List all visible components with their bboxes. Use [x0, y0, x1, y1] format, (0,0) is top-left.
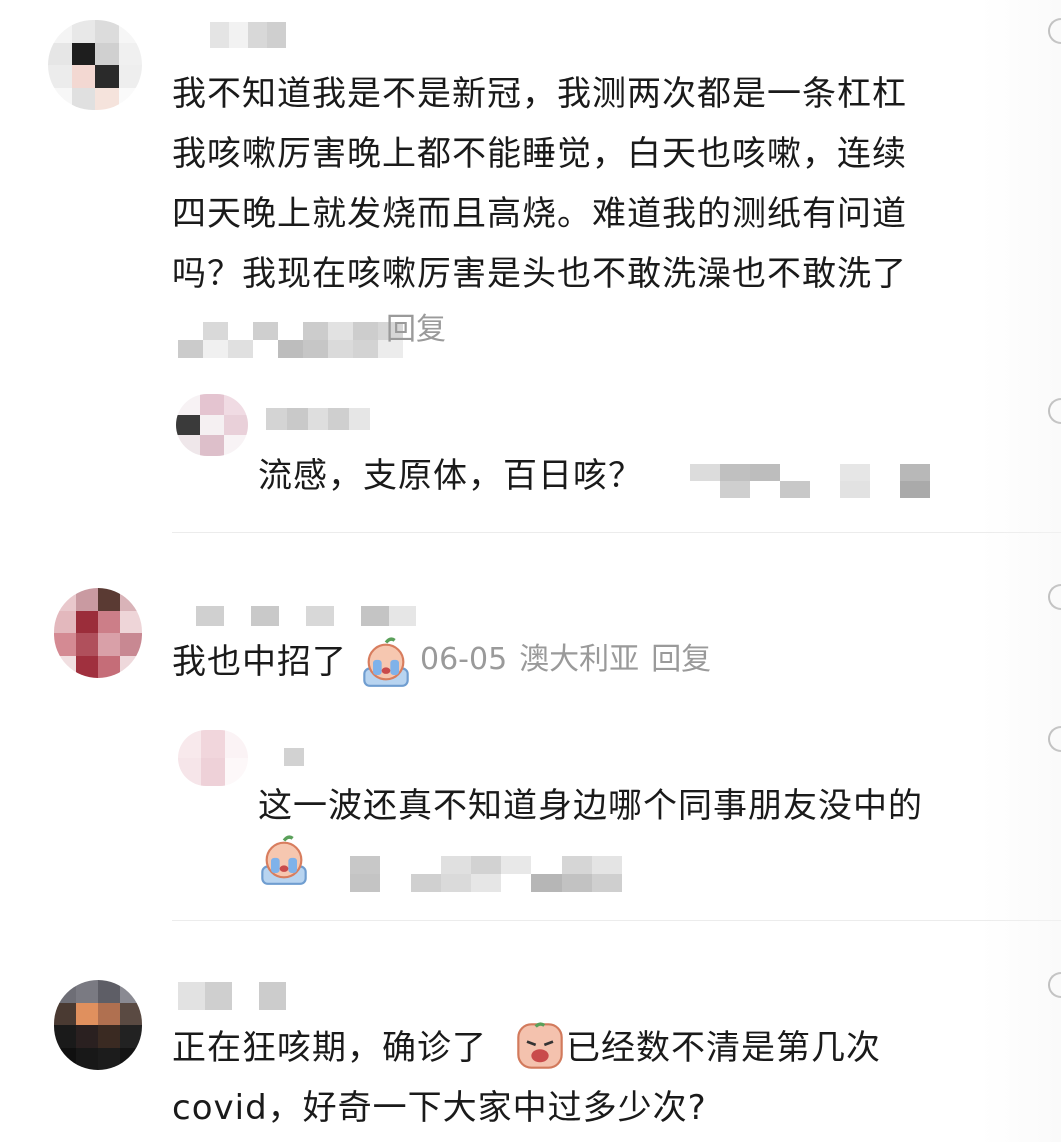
comment-line: 吗？我现在咳嗽厉害是头也不敢洗澡也不敢洗了 [172, 254, 907, 294]
like-icon[interactable] [1048, 972, 1061, 998]
crying-emoji-icon [363, 637, 409, 687]
reply-button[interactable]: 回复 [386, 310, 446, 350]
username[interactable] [284, 748, 304, 766]
comment-line: 我咳嗽厉害晚上都不能睡觉，白天也咳嗽，连续 [172, 134, 907, 174]
avatar[interactable] [54, 588, 142, 678]
like-icon[interactable] [1048, 584, 1061, 610]
crying-emoji-icon [261, 835, 307, 885]
avatar[interactable] [48, 20, 142, 110]
sad-face-emoji-icon [517, 1022, 563, 1069]
comment-location: 澳大利亚 [519, 642, 640, 677]
reply-button[interactable]: 回复 [651, 642, 711, 677]
username[interactable] [196, 606, 416, 626]
username[interactable] [178, 982, 286, 1010]
username[interactable] [266, 408, 370, 430]
like-icon[interactable] [1048, 398, 1061, 424]
like-icon[interactable] [1048, 18, 1061, 44]
comment-text: covid，好奇一下大家中过多少次? [172, 1088, 707, 1128]
like-icon[interactable] [1048, 726, 1061, 752]
edge-shade [981, 0, 1061, 1142]
username[interactable] [210, 22, 286, 48]
reply-meta [690, 464, 930, 498]
comment-meta: 06-05 澳大利亚 回复 [420, 640, 723, 680]
reply-text: 流感，支原体，百日咳？ [258, 456, 643, 496]
comment-text: 我也中招了 [172, 642, 347, 682]
comment-line: 我不知道我是不是新冠，我测两次都是一条杠杠 [172, 74, 907, 114]
divider [172, 920, 1061, 921]
divider [172, 532, 1061, 533]
comment-date-location [178, 322, 403, 358]
comment-date: 06-05 [420, 642, 508, 677]
avatar[interactable] [178, 730, 248, 786]
comment-text: 已经数不清是第几次 [566, 1028, 881, 1068]
reply-meta [320, 856, 622, 892]
avatar[interactable] [176, 394, 248, 456]
reply-text: 这一波还真不知道身边哪个同事朋友没中的 [258, 786, 923, 826]
comment-line: 四天晚上就发烧而且高烧。难道我的测纸有问道 [172, 194, 907, 234]
comment-text: 正在狂咳期，确诊了 [172, 1028, 487, 1068]
avatar[interactable] [54, 980, 142, 1070]
